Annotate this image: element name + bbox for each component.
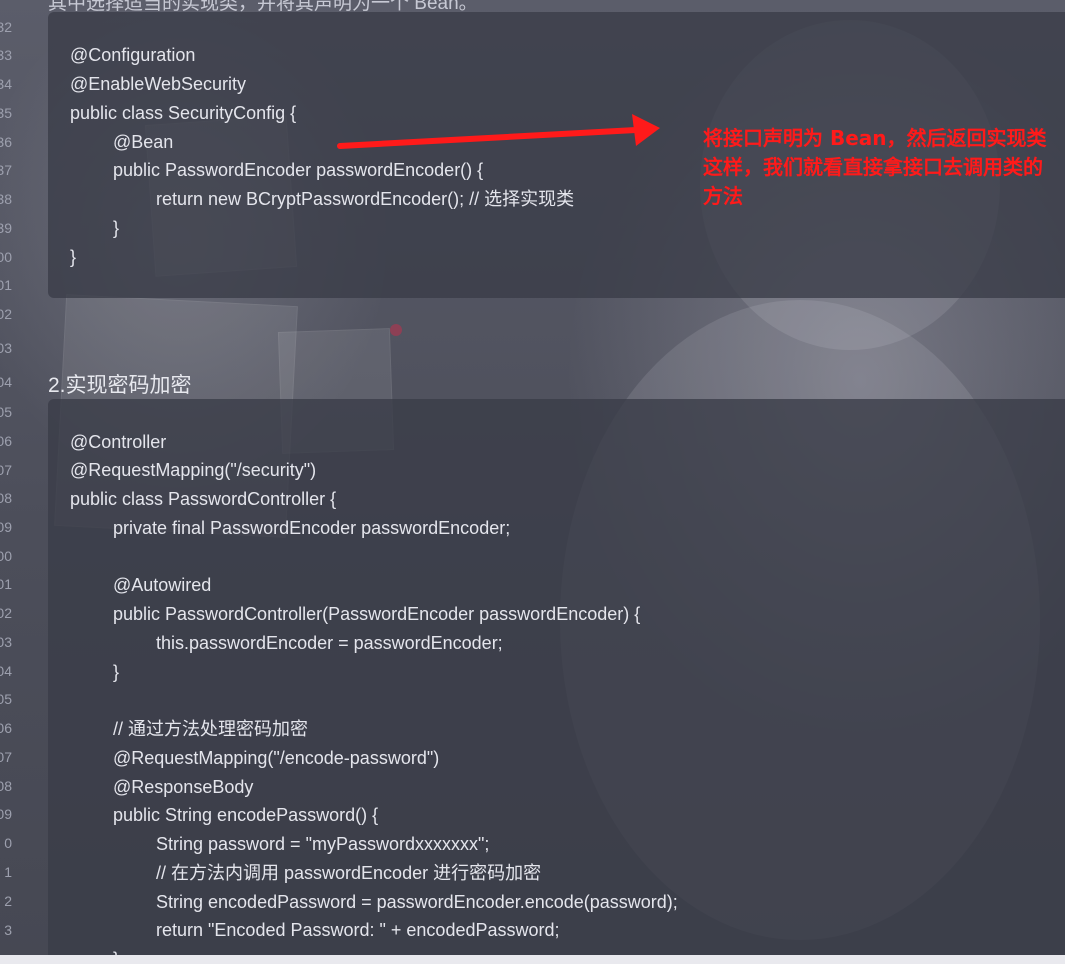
code-line: @ResponseBody — [113, 777, 254, 797]
code-line: public class PasswordController { — [70, 489, 337, 509]
line-number: 09 — [0, 806, 12, 822]
line-number: 08 — [0, 490, 12, 506]
code-line: this.passwordEncoder = passwordEncoder; — [156, 633, 503, 653]
line-number: 06 — [0, 433, 12, 449]
annotation-line: 这样，我们就看直接拿接口去调用类的方法 — [703, 155, 1043, 208]
code-line: public String encodePassword() { — [113, 805, 379, 825]
line-number: 36 — [0, 134, 12, 150]
line-number: 02 — [0, 306, 12, 322]
line-number: 03 — [0, 634, 12, 650]
line-number: 04 — [0, 663, 12, 679]
line-number: 39 — [0, 220, 12, 236]
line-number: 35 — [0, 105, 12, 121]
code-line: public PasswordController(PasswordEncode… — [113, 604, 641, 624]
line-number: 01 — [0, 576, 12, 592]
code-line: return "Encoded Password: " + encodedPas… — [156, 920, 560, 940]
code-block-password-controller[interactable]: @Controller @RequestMapping("/security")… — [48, 399, 1065, 964]
line-number: 05 — [0, 404, 12, 420]
code-line: @RequestMapping("/encode-password") — [113, 748, 440, 768]
code-line: @Bean — [113, 132, 174, 152]
line-number: 34 — [0, 76, 12, 92]
bottom-edge — [0, 955, 1065, 964]
line-number: 07 — [0, 462, 12, 478]
line-number: 38 — [0, 191, 12, 207]
code-line: @Configuration — [70, 45, 196, 65]
code-line: @Controller — [70, 432, 167, 452]
code-line: String password = "myPasswordxxxxxxx"; — [156, 834, 490, 854]
code-line: @RequestMapping("/security") — [70, 460, 317, 480]
line-number: 33 — [0, 47, 12, 63]
code-line: @EnableWebSecurity — [70, 74, 247, 94]
line-number: 00 — [0, 249, 12, 265]
line-number: 07 — [0, 749, 12, 765]
code-line: public PasswordEncoder passwordEncoder()… — [113, 160, 484, 180]
code-line: } — [113, 662, 120, 682]
code-line: // 在方法内调用 passwordEncoder 进行密码加密 — [156, 863, 542, 883]
code-line: // 通过方法处理密码加密 — [113, 719, 309, 739]
section-heading: 2.实现密码加密 — [48, 374, 192, 397]
line-number: 09 — [0, 519, 12, 535]
line-number: 0 — [4, 835, 12, 851]
line-number-gutter: 32 33 34 35 36 37 38 39 00 01 02 03 04 05 06 07 08 09 00 01… — [0, 0, 14, 964]
wallpaper-pin — [390, 324, 402, 336]
line-number: 01 — [0, 277, 12, 293]
code-line: } — [113, 218, 120, 238]
line-number: 1 — [4, 864, 12, 880]
line-number: 04 — [0, 374, 12, 390]
line-number: 02 — [0, 605, 12, 621]
line-number: 3 — [4, 922, 12, 938]
annotation-arrow-icon — [337, 114, 660, 149]
annotation-line: 将接口声明为 Bean，然后返回实现类 — [703, 126, 1047, 150]
line-number: 06 — [0, 720, 12, 736]
code-line: } — [70, 247, 77, 267]
line-number: 2 — [4, 893, 12, 909]
line-number: 05 — [0, 691, 12, 707]
annotation-note: 将接口声明为 Bean，然后返回实现类 这样，我们就看直接拿接口去调用类的方法 — [703, 124, 1058, 211]
line-number: 03 — [0, 340, 12, 356]
code-line: @Autowired — [113, 575, 212, 595]
code-line: return new BCryptPasswordEncoder(); // 选… — [156, 189, 575, 209]
code-line: String encodedPassword = passwordEncoder… — [156, 892, 678, 912]
line-number: 32 — [0, 19, 12, 35]
editor-window: 32 33 34 35 36 37 38 39 00 01 02 03 04 05 06 07 08 09 00 01… — [0, 0, 1065, 964]
line-number: 37 — [0, 162, 12, 178]
line-number: 08 — [0, 778, 12, 794]
code-line: private final PasswordEncoder passwordEn… — [113, 518, 511, 538]
code-line: public class SecurityConfig { — [70, 103, 297, 123]
line-number: 00 — [0, 548, 12, 564]
